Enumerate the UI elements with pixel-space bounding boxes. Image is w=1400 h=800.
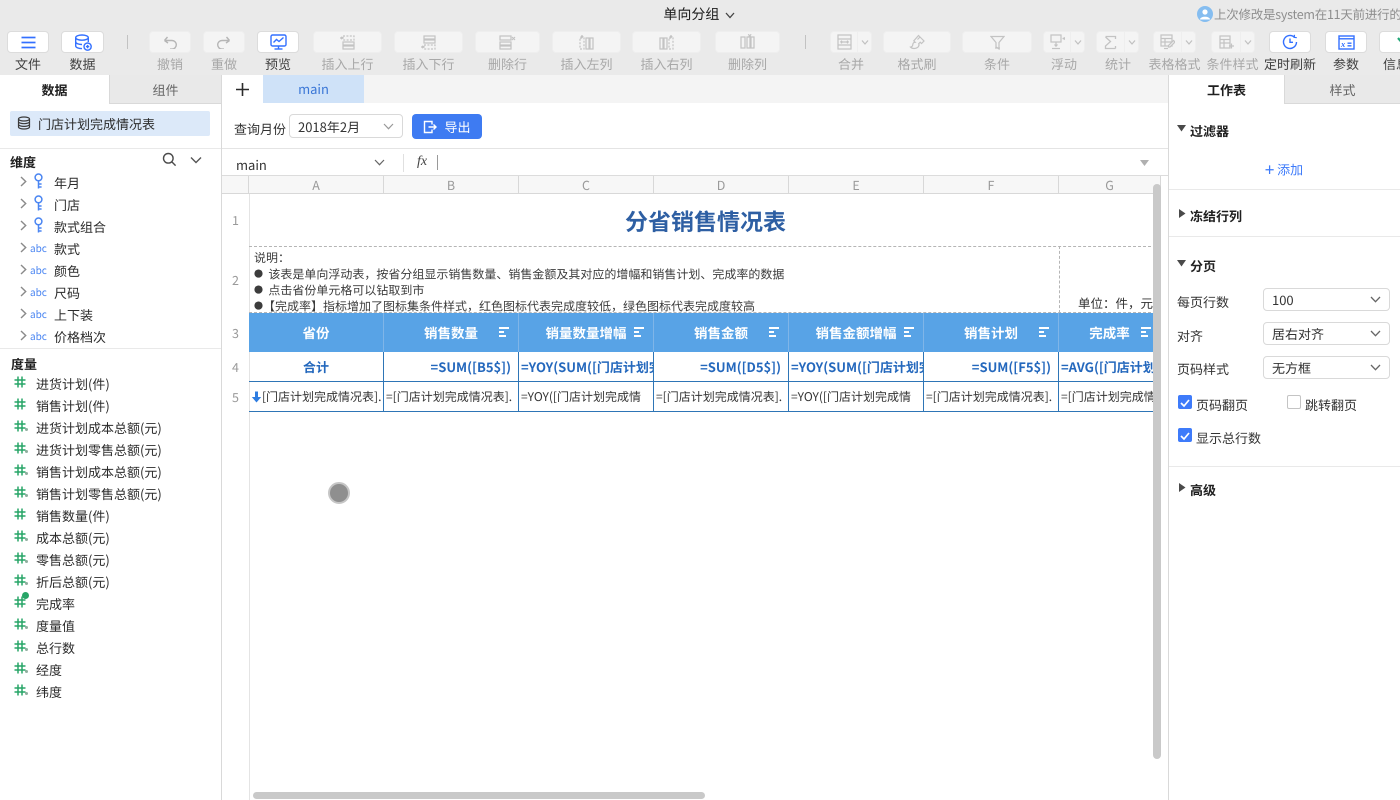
svg-text:x: x	[1340, 39, 1346, 49]
